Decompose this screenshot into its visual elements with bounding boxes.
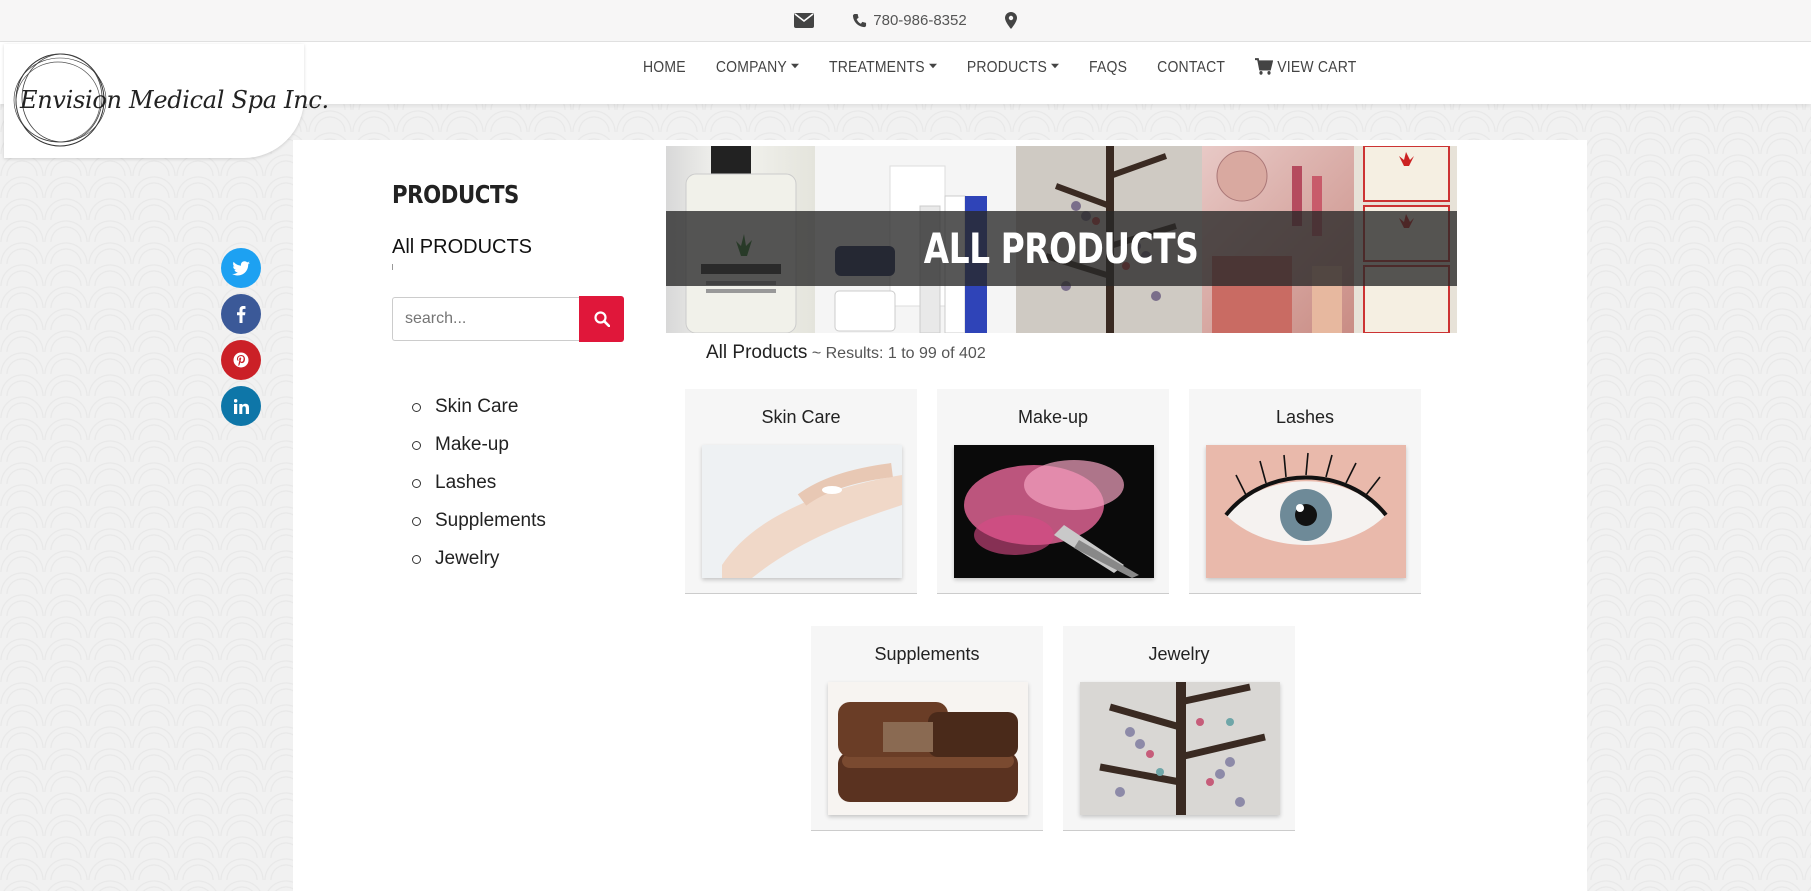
- bullet-icon: [412, 478, 421, 488]
- nav-treatments-label: TREATMENTS: [828, 56, 925, 76]
- logo-text: Envision Medical Spa Inc.: [20, 86, 329, 114]
- contact-bar: 780-986-8352: [0, 0, 1811, 42]
- tile-image: [954, 445, 1154, 578]
- tile-label: Skin Care: [761, 407, 841, 427]
- category-item-make-up[interactable]: Make-up: [412, 426, 546, 464]
- tile-label: Supplements: [874, 644, 980, 664]
- category-tile-make-up[interactable]: Make-up: [937, 389, 1169, 594]
- shopping-cart-icon: [1255, 57, 1274, 75]
- product-search: [392, 296, 624, 342]
- email-link[interactable]: [794, 13, 815, 28]
- category-label: Make-up: [435, 434, 509, 455]
- sidebar-subtitle: All PRODUCTS: [392, 236, 533, 258]
- nav-products-label: PRODUCTS: [966, 56, 1047, 76]
- twitter-icon: [232, 260, 250, 275]
- category-label: Jewelry: [435, 548, 500, 569]
- caret-down-icon: [790, 63, 799, 69]
- category-label: Lashes: [435, 472, 497, 493]
- nav-contact[interactable]: CONTACT: [1157, 57, 1225, 75]
- category-tile-skin-care[interactable]: Skin Care: [685, 389, 917, 594]
- tile-image: [1080, 682, 1280, 815]
- products-banner: ALL PRODUCTS: [666, 146, 1457, 333]
- category-label: Skin Care: [435, 396, 519, 417]
- nav-faqs-label: FAQS: [1089, 56, 1128, 76]
- category-item-lashes[interactable]: Lashes: [412, 464, 546, 502]
- nav-view-cart-label: VIEW CART: [1277, 56, 1357, 76]
- banner-title: ALL PRODUCTS: [924, 224, 1199, 273]
- social-share: [221, 248, 261, 426]
- caret-down-icon: [1051, 63, 1059, 69]
- category-tile-supplements[interactable]: Supplements: [811, 626, 1043, 831]
- category-label: Supplements: [435, 510, 546, 531]
- sidebar-title: PRODUCTS: [392, 180, 519, 209]
- tile-image: [702, 445, 902, 578]
- nav-company[interactable]: COMPANY: [716, 57, 799, 75]
- bullet-icon: [412, 440, 421, 450]
- phone-icon: [853, 13, 867, 28]
- search-icon: [593, 311, 610, 327]
- tile-image: [1206, 445, 1406, 578]
- category-tile-jewelry[interactable]: Jewelry: [1063, 626, 1295, 831]
- results-summary: All Products ~ Results: 1 to 99 of 402: [706, 342, 986, 364]
- category-item-skin-care[interactable]: Skin Care: [412, 388, 546, 426]
- tile-label: Make-up: [1017, 407, 1089, 427]
- bullet-icon: [412, 516, 421, 526]
- linkedin-button[interactable]: [221, 386, 261, 426]
- twitter-button[interactable]: [221, 248, 261, 288]
- linkedin-icon: [233, 398, 249, 414]
- search-input[interactable]: [392, 297, 579, 341]
- category-tile-lashes[interactable]: Lashes: [1189, 389, 1421, 594]
- facebook-icon: [237, 305, 246, 323]
- phone-number: 780-986-8352: [873, 12, 967, 29]
- tile-label: Jewelry: [1148, 644, 1210, 664]
- search-button[interactable]: [579, 296, 624, 342]
- nav-faqs[interactable]: FAQS: [1089, 57, 1127, 75]
- phone-link[interactable]: 780-986-8352: [852, 12, 967, 29]
- nav-home[interactable]: HOME: [643, 57, 686, 75]
- facebook-button[interactable]: [221, 294, 261, 334]
- site-logo[interactable]: Envision Medical Spa Inc.: [4, 44, 329, 158]
- nav-treatments[interactable]: TREATMENTS: [829, 57, 937, 75]
- nav-view-cart[interactable]: VIEW CART: [1255, 57, 1356, 75]
- map-marker-icon: [1004, 12, 1017, 29]
- caret-down-icon: [928, 63, 937, 69]
- results-count: ~ Results: 1 to 99 of 402: [807, 345, 986, 362]
- tile-image: [828, 682, 1028, 815]
- nav-home-label: HOME: [643, 56, 686, 76]
- sidebar-divider: [392, 264, 393, 270]
- nav-company-label: COMPANY: [715, 56, 787, 76]
- category-item-supplements[interactable]: Supplements: [412, 502, 546, 540]
- nav-products[interactable]: PRODUCTS: [967, 57, 1059, 75]
- category-list: Skin Care Make-up Lashes Supplements Jew…: [412, 388, 546, 578]
- banner-overlay: ALL PRODUCTS: [666, 211, 1457, 286]
- bullet-icon: [412, 554, 421, 564]
- envelope-icon: [794, 13, 815, 28]
- pinterest-button[interactable]: [221, 340, 261, 380]
- category-item-jewelry[interactable]: Jewelry: [412, 540, 546, 578]
- main-nav: HOME COMPANY TREATMENTS PRODUCTS FAQS CO…: [643, 38, 1357, 93]
- nav-contact-label: CONTACT: [1157, 56, 1226, 76]
- tile-label: Lashes: [1275, 407, 1335, 427]
- pinterest-icon: [233, 352, 249, 368]
- location-link[interactable]: [1004, 12, 1017, 29]
- results-heading: All Products: [706, 342, 808, 363]
- bullet-icon: [412, 402, 421, 412]
